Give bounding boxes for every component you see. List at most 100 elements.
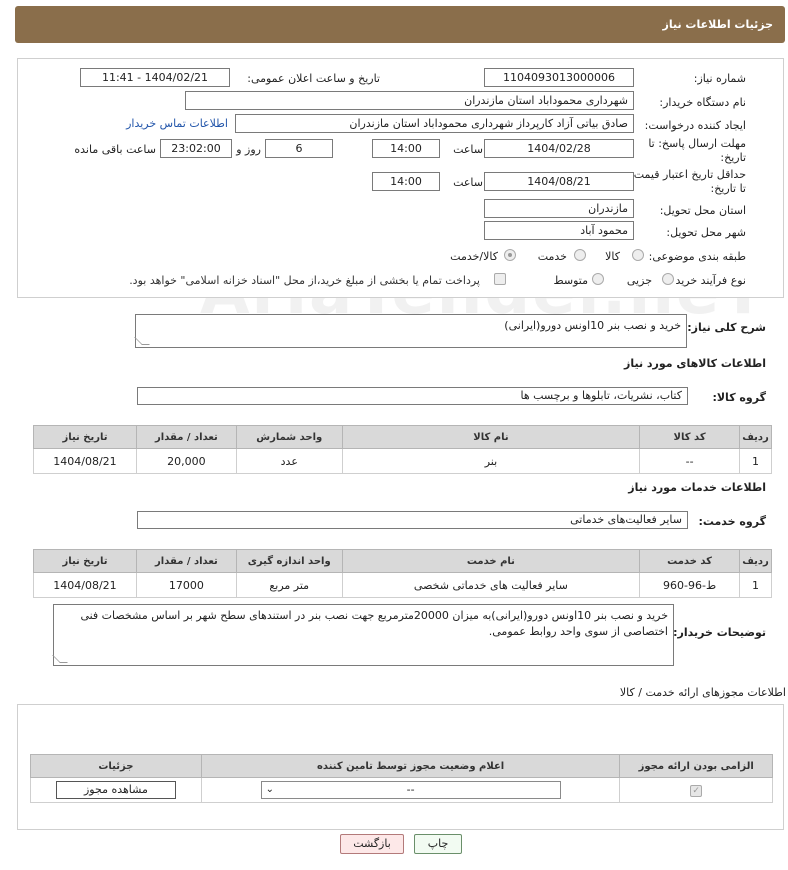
cell-name: بنر (341, 448, 641, 474)
price-validity-time-label: ساعت (453, 176, 483, 189)
cell-date: 1404/08/21 (33, 572, 137, 598)
delivery-province-field: مازندران (484, 199, 634, 218)
price-validity-time-field: 14:00 (372, 172, 440, 191)
view-permit-button[interactable]: مشاهده مجوز (55, 781, 176, 799)
col-unit: واحد شمارش (235, 425, 343, 449)
cell-code: -- (639, 448, 741, 474)
goods-group-label: گروه کالا: (712, 391, 766, 404)
cell-row: 1 (739, 448, 772, 474)
permits-table-header: الزامی بودن ارائه مجوز اعلام وضعیت مجوز … (30, 754, 773, 778)
col-permit-details: جزئیات (30, 754, 202, 778)
col-permit-required: الزامی بودن ارائه مجوز (619, 754, 773, 778)
requester-field: صادق بیاتی آزاد کارپرداز شهرداری محموداب… (235, 114, 634, 133)
buyer-contact-link[interactable]: اطلاعات تماس خریدار (126, 117, 228, 130)
purchase-type-partial-label: جزیی (626, 274, 652, 287)
cell-permit-required: ✓ (619, 777, 773, 803)
cell-permit-status: -- ⌄ (200, 777, 621, 803)
reply-deadline-label: مهلت ارسال پاسخ: تا تاریخ: (648, 137, 746, 165)
permit-status-select[interactable]: -- ⌄ (260, 781, 561, 799)
delivery-city-field: محمود آباد (484, 221, 634, 240)
col-date: تاریخ نیاز (33, 549, 137, 573)
col-permit-status: اعلام وضعیت مجوز توسط تامین کننده (200, 754, 621, 778)
page-title: جزئیات اطلاعات نیاز (662, 18, 774, 31)
cell-code: ط-96-960 (639, 572, 741, 598)
services-group-field: سایر فعالیت‌های خدماتی (137, 511, 688, 529)
reply-days-label: روز و (236, 143, 261, 156)
purchase-type-medium-label: متوسط (553, 274, 588, 287)
goods-section-title: اطلاعات کالاهای مورد نیاز (624, 357, 766, 370)
remaining-time-label: ساعت باقی مانده (74, 143, 156, 156)
col-date: تاریخ نیاز (33, 425, 137, 449)
col-name: نام کالا (341, 425, 641, 449)
category-goods-service-radio[interactable] (504, 249, 516, 261)
col-qty: تعداد / مقدار (135, 549, 237, 573)
resize-grip-icon[interactable] (52, 655, 68, 663)
permit-status-value: -- (406, 783, 415, 796)
purchase-type-medium-radio[interactable] (592, 273, 604, 285)
reply-time-field: 14:00 (372, 139, 440, 158)
col-qty: تعداد / مقدار (135, 425, 237, 449)
buyer-notes-text: خرید و نصب بنر 10اونس دورو(ایرانی)به میز… (80, 609, 668, 638)
description-textarea[interactable]: خرید و نصب بنر 10اونس دورو(ایرانی) (134, 314, 687, 348)
col-unit: واحد اندازه گیری (235, 549, 343, 573)
cell-row: 1 (739, 572, 772, 598)
cell-unit: متر مربع (235, 572, 343, 598)
reply-days-field: 6 (265, 139, 333, 158)
requester-label: ایجاد کننده درخواست: (644, 119, 746, 132)
cell-date: 1404/08/21 (33, 448, 137, 474)
remaining-time-field: 23:02:00 (160, 139, 232, 158)
col-code: کد خدمت (639, 549, 741, 573)
goods-group-field: کتاب، نشریات، تابلوها و برچسب ها (137, 387, 688, 405)
category-goods-label: کالا (605, 250, 620, 263)
need-number-label: شماره نیاز: (693, 72, 746, 85)
category-goods-service-label: کالا/خدمت (450, 250, 498, 263)
description-label: شرح کلی نیاز: (687, 321, 766, 334)
announce-datetime-field: 1404/02/21 - 11:41 (80, 68, 230, 87)
services-section-title: اطلاعات خدمات مورد نیاز (628, 481, 766, 494)
table-row: 1 -- بنر عدد 20,000 1404/08/21 (33, 448, 772, 474)
price-validity-label-line1: حداقل تاریخ اعتبار قیمت: (630, 168, 746, 181)
buyer-org-label: نام دستگاه خریدار: (659, 96, 746, 109)
col-name: نام خدمت (341, 549, 641, 573)
category-service-radio[interactable] (574, 249, 586, 261)
cell-unit: عدد (235, 448, 343, 474)
description-text: خرید و نصب بنر 10اونس دورو(ایرانی) (504, 319, 681, 332)
announce-datetime-label: تاریخ و ساعت اعلان عمومی: (247, 72, 380, 85)
treasury-checkbox[interactable] (494, 273, 506, 285)
table-row: 1 ط-96-960 سایر فعالیت های خدماتی شخصی م… (33, 572, 772, 598)
reply-deadline-label-line1: مهلت ارسال پاسخ: تا (648, 137, 746, 150)
category-goods-radio[interactable] (632, 249, 644, 261)
cell-qty: 17000 (135, 572, 237, 598)
reply-date-field: 1404/02/28 (484, 139, 634, 158)
col-code: کد کالا (639, 425, 741, 449)
table-row: ✓ -- ⌄ مشاهده مجوز (30, 777, 773, 803)
reply-time-label: ساعت (453, 143, 483, 156)
permits-section-title: اطلاعات مجوزهای ارائه خدمت / کالا (619, 686, 786, 699)
chevron-down-icon: ⌄ (265, 784, 275, 795)
delivery-province-label: استان محل تحویل: (659, 204, 746, 217)
services-table-header: ردیف کد خدمت نام خدمت واحد اندازه گیری ت… (33, 549, 772, 573)
resize-grip-icon[interactable] (134, 337, 150, 345)
purchase-type-partial-radio[interactable] (662, 273, 674, 285)
category-service-label: خدمت (537, 250, 567, 263)
buyer-notes-label: توضیحات خریدار: (673, 626, 766, 639)
services-table: ردیف کد خدمت نام خدمت واحد اندازه گیری ت… (33, 549, 772, 598)
col-row: ردیف (739, 549, 772, 573)
category-label: طبقه بندی موضوعی: (648, 250, 746, 263)
delivery-city-label: شهر محل تحویل: (666, 226, 746, 239)
permits-table: الزامی بودن ارائه مجوز اعلام وضعیت مجوز … (30, 754, 773, 803)
cell-name: سایر فعالیت های خدماتی شخصی (341, 572, 641, 598)
permit-required-checkbox: ✓ (690, 784, 703, 797)
col-row: ردیف (739, 425, 772, 449)
back-button[interactable]: بازگشت (340, 834, 404, 854)
goods-table-header: ردیف کد کالا نام کالا واحد شمارش تعداد /… (33, 425, 772, 449)
cell-permit-details: مشاهده مجوز (30, 777, 202, 803)
price-validity-label: حداقل تاریخ اعتبار قیمت: تا تاریخ: (630, 168, 746, 196)
print-button[interactable]: چاپ (414, 834, 462, 854)
treasury-note: پرداخت تمام یا بخشی از مبلغ خرید،از محل … (129, 274, 480, 287)
buyer-org-field: شهرداری محموداباد استان مازندران (185, 91, 634, 110)
buyer-notes-textarea[interactable]: خرید و نصب بنر 10اونس دورو(ایرانی)به میز… (52, 604, 674, 666)
price-validity-date-field: 1404/08/21 (484, 172, 634, 191)
need-number-field: 1104093013000006 (484, 68, 634, 87)
purchase-type-label: نوع فرآیند خرید : (668, 274, 746, 287)
